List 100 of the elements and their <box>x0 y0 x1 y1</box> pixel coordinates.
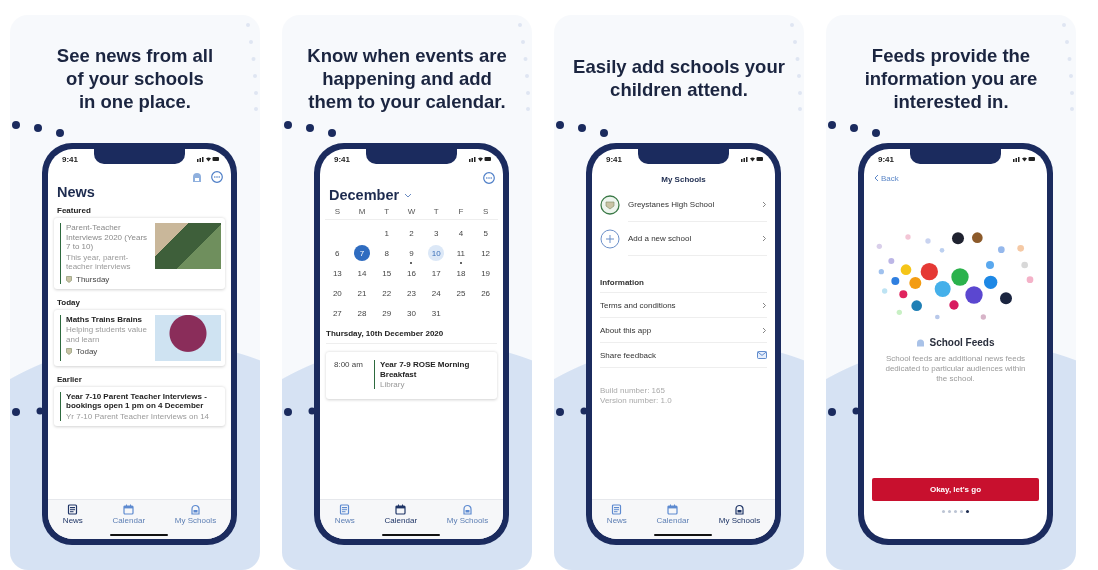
panel-caption: Feeds provide the information you are interested in. <box>864 43 1038 114</box>
news-card[interactable]: Parent-Teacher Interviews 2020 (Years 7 to 10) This year, parent-teacher interviews Thursday <box>54 218 225 289</box>
school-bag-icon <box>189 504 201 515</box>
school-crest-icon <box>66 348 72 355</box>
tab-button[interactable]: Calendar <box>382 503 420 526</box>
version-number: Version number: 1.0 <box>600 396 673 406</box>
section-heading: Earlier <box>57 374 83 384</box>
calendar-day[interactable]: 29 <box>378 305 395 321</box>
more-icon[interactable] <box>483 172 495 184</box>
tab-button[interactable]: Calendar <box>110 503 148 526</box>
tab-button[interactable]: News <box>604 503 629 526</box>
calendar-day[interactable]: 18 <box>452 265 469 281</box>
dot-pattern-drawing <box>12 121 66 138</box>
status-time: 9:41 <box>606 154 622 164</box>
school-row-label[interactable]: Greystanes High School <box>628 200 715 209</box>
image-placeholder <box>155 314 221 361</box>
calendar-day[interactable]: 30 <box>403 305 420 321</box>
news-snippet: This year, parent-teacher interviews <box>66 252 132 272</box>
tab-button[interactable]: News <box>60 503 85 526</box>
calendar-day[interactable]: 26 <box>477 285 494 301</box>
status-icons-drawing <box>197 156 219 162</box>
feature-title: School Feeds <box>929 337 995 348</box>
calendar-day[interactable]: 6 <box>329 245 346 261</box>
screen-title: News <box>56 184 96 200</box>
school-bag-icon <box>916 338 926 347</box>
home-indicator <box>654 533 712 536</box>
dot-pattern-drawing <box>556 121 610 138</box>
chevron-right-icon[interactable] <box>762 201 767 208</box>
panel-caption: Know when events are happening and add them to your calendar. <box>307 43 507 114</box>
calendar-day[interactable]: 28 <box>354 305 371 321</box>
chevron-left-icon <box>874 174 879 182</box>
menu-item-label[interactable]: Share feedback <box>600 350 657 360</box>
calendar-day[interactable]: 13 <box>329 265 346 281</box>
calendar-icon <box>123 504 135 515</box>
tab-button[interactable]: My Schools <box>716 503 763 526</box>
tab-button[interactable]: My Schools <box>444 503 491 526</box>
news-card[interactable]: Year 7-10 Parent Teacher Interviews - bookings open 1 pm on 4 December Yr 7-10 Parent Teacher Interviews on 14 <box>54 386 225 426</box>
more-icon[interactable] <box>211 171 223 183</box>
calendar-day[interactable]: 4 <box>452 225 469 241</box>
calendar-day[interactable]: 31 <box>428 305 445 321</box>
calendar-day[interactable]: 17 <box>428 265 445 281</box>
news-card[interactable]: Maths Trains Brains Helping students value and learn Today <box>54 309 225 366</box>
news-title: Parent-Teacher Interviews 2020 (Years 7 to 10) <box>66 223 149 252</box>
calendar-day[interactable]: 5 <box>477 225 494 241</box>
event-location: Library <box>380 380 406 389</box>
status-icons-drawing <box>1013 156 1035 162</box>
build-number: Build number: 165 <box>600 386 666 396</box>
calendar-day[interactable]: 27 <box>329 305 346 321</box>
page-dot[interactable] <box>966 510 969 513</box>
calendar-day[interactable]: 8 <box>378 245 395 261</box>
event-card[interactable]: 8:00 am Year 7-9 ROSE Morning Breakfast Library <box>326 352 497 399</box>
calendar-day[interactable]: 9 <box>403 245 420 261</box>
calendar-day[interactable]: 3 <box>428 225 445 241</box>
calendar-day[interactable]: 24 <box>428 285 445 301</box>
tab-button[interactable]: Calendar <box>654 503 692 526</box>
calendar-day[interactable]: 21 <box>354 285 371 301</box>
school-crest-icon <box>600 195 620 215</box>
menu-item-label[interactable]: Terms and conditions <box>600 300 676 310</box>
chevron-right-icon[interactable] <box>762 301 767 309</box>
weekday-label: S <box>325 207 350 220</box>
calendar-day[interactable]: 19 <box>477 265 494 281</box>
calendar-day[interactable]: 23 <box>403 285 420 301</box>
page-dot[interactable] <box>948 510 951 513</box>
news-date: Today <box>76 347 98 356</box>
tab-button[interactable]: News <box>332 503 357 526</box>
photo-placeholder <box>155 223 221 269</box>
calendar-day[interactable]: 2 <box>403 225 420 241</box>
calendar-day[interactable]: 10 <box>428 245 445 261</box>
calendar-day[interactable]: 16 <box>403 265 420 281</box>
chevron-right-icon[interactable] <box>762 235 767 242</box>
back-button[interactable]: Back <box>864 169 909 185</box>
status-time: 9:41 <box>62 154 78 164</box>
confirm-button[interactable]: Okay, let's go <box>872 478 1039 501</box>
calendar-day[interactable]: 11 <box>452 245 469 261</box>
menu-item-label[interactable]: About this app <box>600 325 652 335</box>
weekday-label: T <box>374 207 400 220</box>
calendar-day[interactable]: 12 <box>477 245 494 261</box>
page-dot[interactable] <box>954 510 957 513</box>
school-row-label[interactable]: Add a new school <box>628 234 692 243</box>
calendar-day[interactable]: 14 <box>354 265 371 281</box>
calendar-day[interactable]: 25 <box>452 285 469 301</box>
calendar-day[interactable]: 22 <box>378 285 395 301</box>
school-bag-icon <box>733 504 745 515</box>
tab-button[interactable]: My Schools <box>172 503 219 526</box>
chevron-right-icon[interactable] <box>762 326 767 334</box>
school-bag-icon[interactable] <box>191 171 203 183</box>
month-title[interactable]: December <box>329 187 400 203</box>
page-dot[interactable] <box>960 510 963 513</box>
mail-icon[interactable] <box>757 351 767 359</box>
chevron-down-icon[interactable] <box>404 192 413 198</box>
news-title: Maths Trains Brains <box>66 314 144 324</box>
date-heading: Thursday, 10th December 2020 <box>326 329 497 344</box>
newspaper-icon <box>339 504 351 515</box>
panel-caption: See news from all of your schools in one place. <box>56 43 214 114</box>
calendar-day[interactable]: 1 <box>378 225 395 241</box>
page-dot[interactable] <box>942 510 945 513</box>
event-time: 8:00 am <box>334 360 364 371</box>
calendar-day[interactable]: 7 <box>354 245 371 261</box>
calendar-day[interactable]: 20 <box>329 285 346 301</box>
calendar-day[interactable]: 15 <box>378 265 395 281</box>
